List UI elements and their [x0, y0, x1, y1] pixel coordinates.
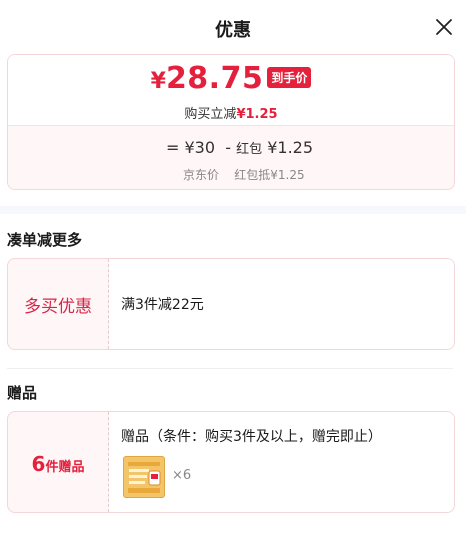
gift-count-number: 6 — [31, 452, 46, 476]
reduction-label: 购买立减 — [184, 107, 237, 122]
redpack-offset-label: 红包抵¥1.25 — [234, 168, 305, 182]
instant-reduction: 购买立减¥1.25 — [8, 103, 454, 122]
gift-count: 6件赠品 — [8, 452, 108, 476]
gift-image-icon — [124, 457, 164, 497]
bundle-promo-tag: 多买优惠 — [8, 259, 109, 349]
base-price: ¥30 — [184, 138, 216, 157]
equals-sign: = — [166, 138, 180, 157]
page-title: 优惠 — [215, 20, 251, 41]
gift-section-title: 赠品 — [7, 384, 38, 402]
section-gap — [0, 206, 466, 214]
price-formula: = ¥30 - 红包 ¥1.25 — [166, 138, 313, 157]
final-price-badge: 到手价 — [267, 67, 312, 88]
bundle-promo-label: 多买优惠 — [24, 297, 92, 317]
jd-price-label: 京东价 — [183, 168, 220, 182]
gift-count-text: 件赠品 — [45, 460, 85, 475]
gift-quantity: ×6 — [172, 468, 192, 483]
price-card: ¥28.75 到手价 购买立减¥1.25 = ¥30 - 红包 ¥1.25 京东价… — [7, 54, 455, 190]
header: 优惠 — [0, 0, 466, 52]
close-icon[interactable] — [434, 17, 454, 37]
gift-condition: 赠品（条件：购买3件及以上，赠完即止） — [121, 429, 382, 445]
bundle-promo-card[interactable]: 多买优惠 满3件减22元 — [7, 258, 455, 350]
currency-symbol: ¥ — [150, 69, 166, 94]
reduction-amount: ¥1.25 — [236, 107, 278, 122]
redpack-amount: ¥1.25 — [267, 138, 314, 157]
bundle-promo-detail: 满3件减22元 — [109, 259, 454, 349]
gift-detail: 赠品（条件：购买3件及以上，赠完即止） ×6 — [109, 412, 454, 512]
gift-count-tag: 6件赠品 — [8, 412, 109, 512]
bundle-section-title: 凑单减更多 — [7, 231, 83, 249]
final-amount: 28.75 — [165, 61, 264, 96]
minus-sign: - — [225, 138, 231, 157]
price-summary: ¥28.75 到手价 购买立减¥1.25 — [8, 55, 454, 125]
redpack-label: 红包 — [236, 142, 263, 157]
price-breakdown: = ¥30 - 红包 ¥1.25 京东价 红包抵¥1.25 — [8, 125, 454, 189]
bundle-promo-text: 满3件减22元 — [121, 297, 204, 313]
price-breakdown-labels: 京东价 红包抵¥1.25 — [183, 166, 305, 183]
final-price: ¥28.75 到手价 — [8, 61, 454, 96]
gift-thumbnail[interactable] — [123, 456, 165, 498]
divider — [7, 368, 453, 369]
gift-card[interactable]: 6件赠品 赠品（条件：购买3件及以上，赠完即止） ×6 — [7, 411, 455, 513]
